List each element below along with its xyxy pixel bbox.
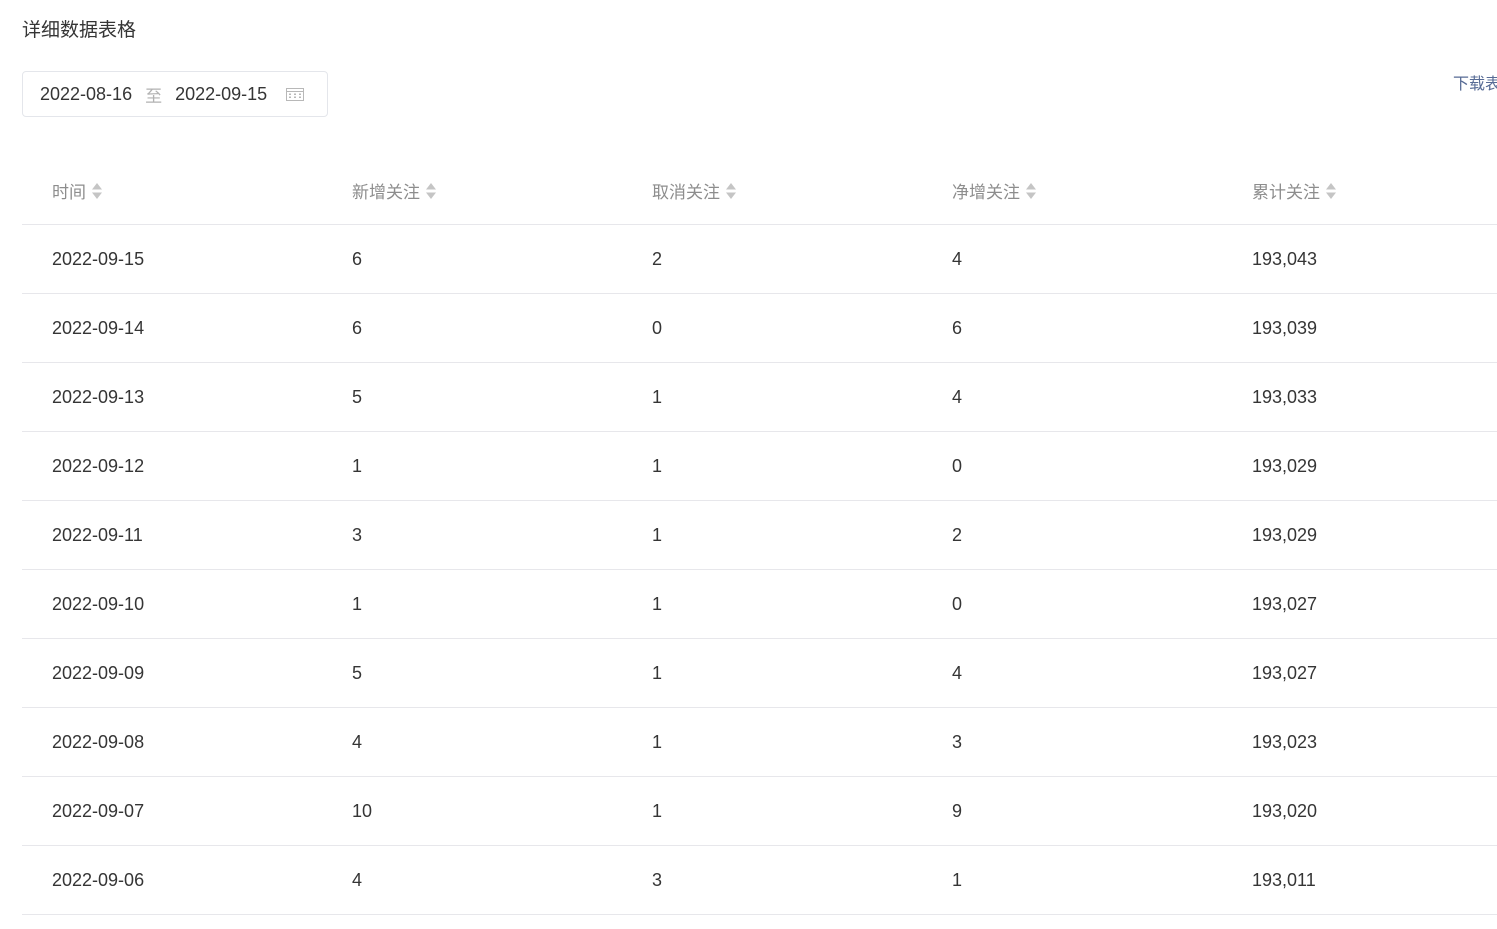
cell-col-net-follows: 6: [952, 317, 963, 338]
header-label: 时间: [52, 183, 86, 202]
cell-col-unfollows: 1: [652, 524, 663, 545]
cell-col-net-follows: 1: [952, 869, 963, 890]
cell-col-new-follows: 1: [352, 455, 363, 476]
cell-col-date: 2022-09-12: [52, 455, 145, 476]
cell-col-total-follows: 193,027: [1252, 662, 1318, 683]
cell-col-unfollows: 1: [652, 455, 663, 476]
cell-col-date: 2022-09-11: [52, 524, 143, 545]
cell-col-date: 2022-09-06: [52, 869, 145, 890]
table-row: 2022-09-06 4 3 1 193,011: [22, 846, 1497, 915]
section-title: 详细数据表格: [22, 20, 137, 41]
cell-col-net-follows: 4: [952, 386, 963, 407]
cell-col-unfollows: 1: [652, 386, 663, 407]
cell-col-net-follows: 4: [952, 662, 963, 683]
header-label: 净增关注: [952, 183, 1020, 202]
header-col-date[interactable]: 时间: [22, 178, 322, 203]
header-label: 新增关注: [352, 183, 420, 202]
cell-col-new-follows: 6: [352, 317, 363, 338]
cell-col-date: 2022-09-09: [52, 662, 145, 683]
cell-col-total-follows: 193,033: [1252, 386, 1318, 407]
header-label: 取消关注: [652, 183, 720, 202]
cell-col-new-follows: 5: [352, 662, 363, 683]
cell-col-total-follows: 193,027: [1252, 593, 1318, 614]
cell-col-unfollows: 3: [652, 869, 663, 890]
calendar-icon[interactable]: [286, 87, 305, 101]
cell-col-total-follows: 193,029: [1252, 455, 1318, 476]
sort-icon[interactable]: [1325, 182, 1337, 200]
cell-col-unfollows: 1: [652, 731, 663, 752]
cell-col-unfollows: 2: [652, 248, 663, 269]
data-table: 时间 新增关注 取消关注 净增关注 累计关注 2022-09-15 6 2 4 193,043 2…: [22, 157, 1497, 915]
sort-icon[interactable]: [725, 182, 737, 200]
table-body: 2022-09-15 6 2 4 193,043 2022-09-14 6 0 6 193,039…: [22, 225, 1497, 915]
table-row: 2022-09-12 1 1 0 193,029: [22, 432, 1497, 501]
download-table-link[interactable]: 下载表: [1453, 74, 1497, 96]
cell-col-total-follows: 193,020: [1252, 800, 1318, 821]
cell-col-net-follows: 9: [952, 800, 963, 821]
date-separator: 至: [145, 86, 163, 106]
cell-col-net-follows: 0: [952, 455, 963, 476]
cell-col-unfollows: 1: [652, 800, 663, 821]
cell-col-net-follows: 2: [952, 524, 963, 545]
header-label: 累计关注: [1252, 183, 1320, 202]
header-col-total-follows[interactable]: 累计关注: [1222, 178, 1497, 203]
table-row: 2022-09-14 6 0 6 193,039: [22, 294, 1497, 363]
header-col-new-follows[interactable]: 新增关注: [322, 178, 622, 203]
cell-col-new-follows: 4: [352, 869, 363, 890]
header-col-unfollows[interactable]: 取消关注: [622, 178, 922, 203]
cell-col-total-follows: 193,023: [1252, 731, 1318, 752]
table-row: 2022-09-13 5 1 4 193,033: [22, 363, 1497, 432]
table-row: 2022-09-08 4 1 3 193,023: [22, 708, 1497, 777]
cell-col-net-follows: 3: [952, 731, 963, 752]
cell-col-total-follows: 193,011: [1252, 869, 1316, 890]
cell-col-new-follows: 6: [352, 248, 363, 269]
cell-col-date: 2022-09-07: [52, 800, 145, 821]
cell-col-unfollows: 1: [652, 593, 663, 614]
page: 详细数据表格 2022-08-16 至 2022-09-15 下载表 时间 新增关…: [0, 0, 1497, 929]
sort-icon[interactable]: [1025, 182, 1037, 200]
cell-col-unfollows: 0: [652, 317, 663, 338]
cell-col-date: 2022-09-13: [52, 386, 145, 407]
cell-col-net-follows: 0: [952, 593, 963, 614]
cell-col-date: 2022-09-08: [52, 731, 145, 752]
table-header: 时间 新增关注 取消关注 净增关注 累计关注: [22, 157, 1497, 225]
cell-col-date: 2022-09-14: [52, 317, 145, 338]
cell-col-unfollows: 1: [652, 662, 663, 683]
cell-col-new-follows: 1: [352, 593, 363, 614]
cell-col-date: 2022-09-15: [52, 248, 145, 269]
cell-col-net-follows: 4: [952, 248, 963, 269]
cell-col-new-follows: 10: [352, 800, 373, 821]
date-range-picker[interactable]: 2022-08-16 至 2022-09-15: [22, 71, 328, 117]
table-row: 2022-09-07 10 1 9 193,020: [22, 777, 1497, 846]
table-row: 2022-09-09 5 1 4 193,027: [22, 639, 1497, 708]
header-col-net-follows[interactable]: 净增关注: [922, 178, 1222, 203]
cell-col-new-follows: 3: [352, 524, 363, 545]
cell-col-new-follows: 5: [352, 386, 363, 407]
cell-col-new-follows: 4: [352, 731, 363, 752]
table-row: 2022-09-11 3 1 2 193,029: [22, 501, 1497, 570]
table-row: 2022-09-10 1 1 0 193,027: [22, 570, 1497, 639]
cell-col-total-follows: 193,029: [1252, 524, 1318, 545]
cell-col-total-follows: 193,039: [1252, 317, 1318, 338]
table-row: 2022-09-15 6 2 4 193,043: [22, 225, 1497, 294]
sort-icon[interactable]: [91, 182, 103, 200]
cell-col-total-follows: 193,043: [1252, 248, 1318, 269]
cell-col-date: 2022-09-10: [52, 593, 145, 614]
sort-icon[interactable]: [425, 182, 437, 200]
date-start: 2022-08-16: [40, 83, 133, 104]
date-end: 2022-09-15: [175, 83, 268, 104]
